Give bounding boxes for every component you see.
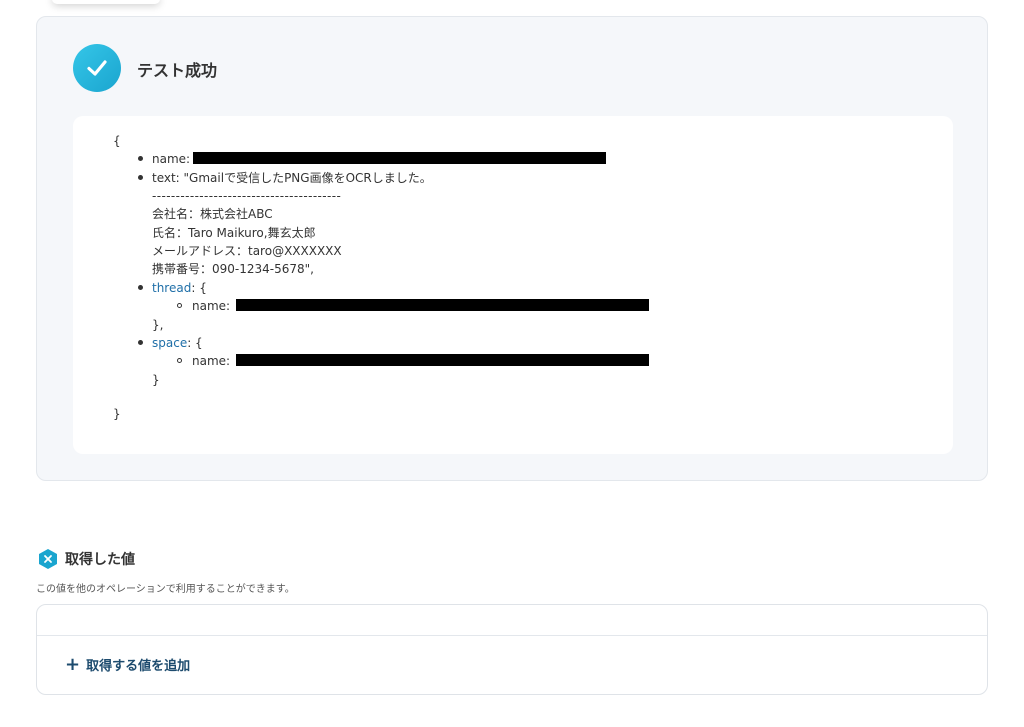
thread-name-key: name: <box>192 299 231 313</box>
space-name-key: name: <box>192 354 231 368</box>
hexagon-x-icon <box>39 549 57 569</box>
name-key: name: <box>152 152 191 166</box>
space-line: space: { <box>152 334 203 352</box>
json-close-brace: } <box>113 407 121 421</box>
add-value-button[interactable]: + 取得する値を追加 <box>65 655 190 674</box>
space-close: } <box>152 373 160 387</box>
test-success-title: テスト成功 <box>137 61 218 80</box>
bullet <box>138 340 143 345</box>
bullet <box>138 175 143 180</box>
divider <box>37 635 987 636</box>
redacted-value <box>193 152 606 164</box>
text-person: 氏名：Taro Maikuro,舞玄太郎 <box>152 226 316 240</box>
thread-close: }, <box>152 318 164 332</box>
redacted-value <box>236 354 649 366</box>
bullet <box>138 156 143 161</box>
json-output-box: { name: text: "Gmailで受信したPNG画像をOCRしました。 … <box>73 116 953 454</box>
thread-key[interactable]: thread <box>152 281 191 295</box>
thread-open: : { <box>191 281 207 295</box>
text-separator: ---------------------------------------- <box>152 189 342 203</box>
text-company: 会社名：株式会社ABC <box>152 207 273 221</box>
bullet <box>138 285 143 290</box>
plus-icon: + <box>65 653 81 675</box>
acquired-values-description: この値を他のオペレーションで利用することができます。 <box>36 584 295 595</box>
space-open: : { <box>187 336 203 350</box>
acquired-values-title: 取得した値 <box>65 552 135 568</box>
acquired-values-box: + 取得する値を追加 <box>36 604 988 695</box>
check-circle-icon <box>73 44 121 92</box>
json-open-brace: { <box>113 134 121 148</box>
text-email: メールアドレス：taro@XXXXXXX <box>152 244 342 258</box>
space-key[interactable]: space <box>152 336 187 350</box>
sub-bullet <box>177 303 182 308</box>
text-line: text: "Gmailで受信したPNG画像をOCRしました。 <box>152 171 432 185</box>
thread-line: thread: { <box>152 279 207 297</box>
text-phone: 携帯番号：090-1234-5678", <box>152 262 314 276</box>
redacted-value <box>236 299 649 311</box>
previous-element-shadow <box>52 0 160 4</box>
test-result-panel: テスト成功 { name: text: "Gmailで受信したPNG画像をOCR… <box>36 16 988 481</box>
sub-bullet <box>177 358 182 363</box>
add-value-label: 取得する値を追加 <box>86 659 191 674</box>
